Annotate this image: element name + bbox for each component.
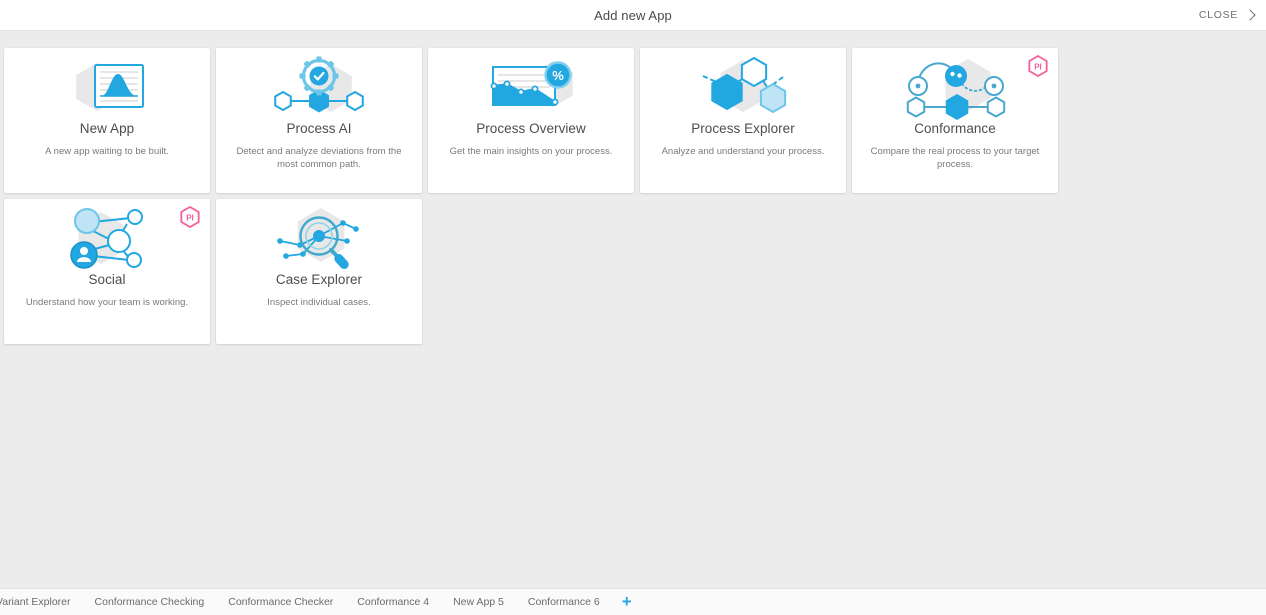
app-card-title: New App — [79, 121, 135, 136]
app-card[interactable]: New App A new app waiting to be built. — [4, 48, 210, 193]
app-gallery: New App A new app waiting to be built. P… — [0, 32, 1266, 588]
app-card[interactable]: Process Explorer Analyze and understand y… — [640, 48, 846, 193]
app-card-title: Social — [88, 272, 126, 287]
pi-badge-icon: PI — [179, 205, 201, 229]
app-card[interactable]: Conformance Compare the real process to y… — [852, 48, 1058, 193]
chevron-right-icon — [1245, 10, 1256, 21]
pi-badge-icon: PI — [1027, 54, 1049, 78]
close-button[interactable]: CLOSE — [1199, 0, 1256, 30]
app-tab[interactable]: Conformance Checking — [83, 589, 217, 615]
app-card-grid: New App A new app waiting to be built. P… — [0, 32, 1266, 344]
chart-document-icon — [4, 48, 210, 120]
app-tab-bar[interactable]: Variant Explorer Conformance Checking Conf… — [0, 588, 1266, 615]
add-tab-button[interactable]: + — [612, 592, 642, 612]
app-tab[interactable]: Conformance 4 — [345, 589, 441, 615]
app-tab[interactable]: Variant Explorer — [0, 589, 83, 615]
page-title: Add new App — [594, 7, 672, 23]
app-tab[interactable]: New App 5 — [441, 589, 516, 615]
hexagon-network-icon — [640, 48, 846, 120]
app-card-title: Case Explorer — [275, 272, 363, 287]
magnifier-network-icon — [216, 199, 422, 271]
app-tab[interactable]: Conformance 6 — [516, 589, 612, 615]
svg-text:PI: PI — [186, 214, 194, 223]
app-card-description: Detect and analyze deviations from the m… — [236, 146, 402, 170]
app-card[interactable]: Social Understand how your team is workin… — [4, 199, 210, 344]
app-card-description: Get the main insights on your process. — [449, 146, 613, 158]
gear-check-flow-icon — [216, 48, 422, 120]
svg-text:PI: PI — [1034, 63, 1042, 72]
dialog-header: Add new App CLOSE — [0, 0, 1266, 31]
close-button-label: CLOSE — [1198, 9, 1238, 21]
app-card-description: Analyze and understand your process. — [661, 146, 825, 158]
app-card-title: Process Explorer — [691, 121, 795, 136]
app-card-description: Understand how your team is working. — [25, 297, 189, 309]
app-card-description: Compare the real process to your target … — [870, 146, 1040, 170]
area-chart-percent-icon: % — [428, 48, 634, 120]
tab-list: Variant Explorer Conformance Checking Conf… — [0, 589, 612, 615]
app-card-title: Process AI — [286, 121, 352, 136]
app-card[interactable]: % Process Overview Get the main insights … — [428, 48, 634, 193]
app-card-description: Inspect individual cases. — [267, 297, 371, 309]
app-card-description: A new app waiting to be built. — [45, 146, 169, 158]
app-card[interactable]: Case Explorer Inspect individual cases. — [216, 199, 422, 344]
app-card[interactable]: Process AI Detect and analyze deviations … — [216, 48, 422, 193]
app-card-title: Conformance — [914, 121, 996, 136]
app-card-title: Process Overview — [476, 121, 586, 136]
app-tab[interactable]: Conformance Checker — [216, 589, 345, 615]
svg-text:%: % — [552, 68, 564, 83]
